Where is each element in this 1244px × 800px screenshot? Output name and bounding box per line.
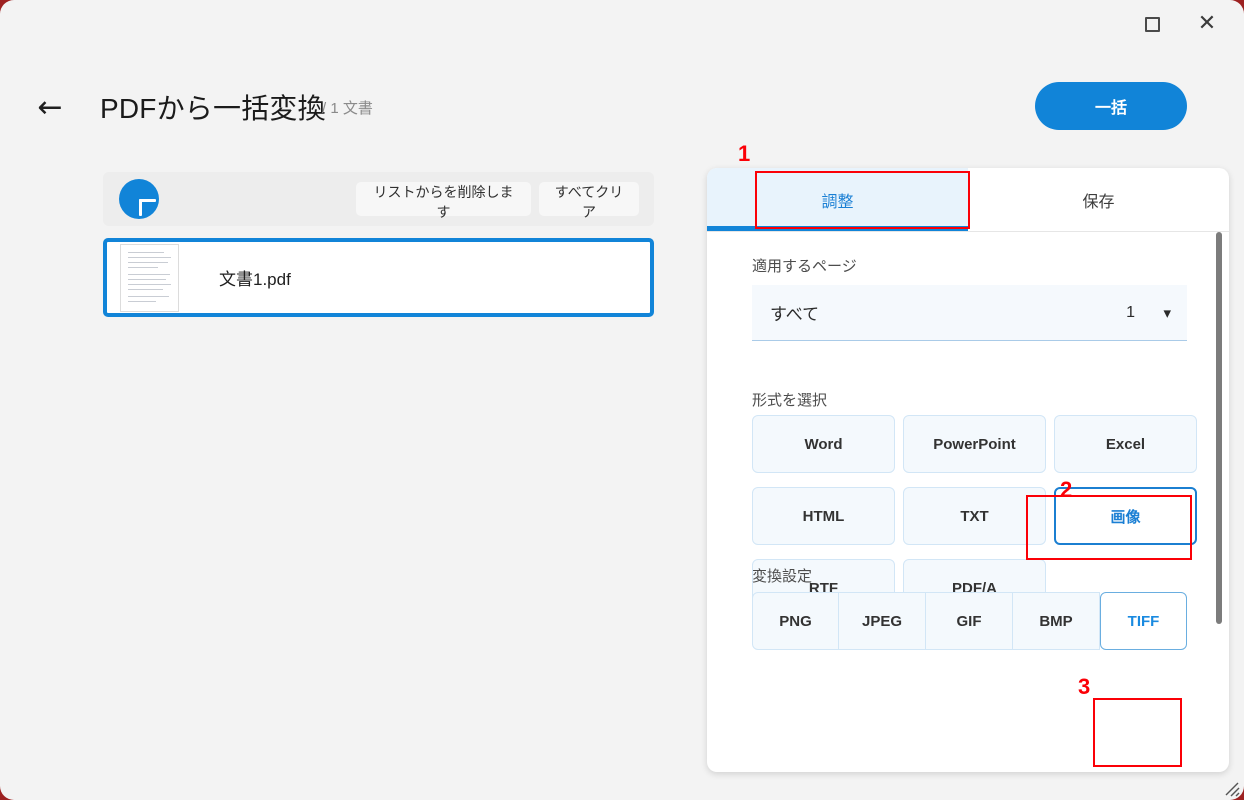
format-option-word[interactable]: Word [752, 415, 895, 473]
panel-scrollbar[interactable] [1214, 232, 1224, 772]
format-option-txt[interactable]: TXT [903, 487, 1046, 545]
format-option-grid: Word PowerPoint Excel HTML TXT 画像 RTF PD… [752, 415, 1197, 617]
pages-section-label: 適用するページ [752, 258, 857, 275]
maximize-button[interactable] [1135, 8, 1169, 40]
convert-option-bmp[interactable]: BMP [1013, 592, 1100, 650]
tab-save[interactable]: 保存 [968, 168, 1229, 231]
back-button[interactable]: ← [30, 88, 70, 128]
page-title: PDFから一括変換 [100, 93, 326, 124]
pages-select-value: すべて [770, 305, 820, 324]
annotation-number-1: 1 [738, 141, 751, 166]
file-toolbar: リストからを削除します すべてクリア [103, 172, 654, 226]
pages-select-count: 1 [1126, 303, 1135, 321]
batch-button[interactable]: 一括 [1035, 82, 1187, 130]
add-file-button[interactable] [119, 179, 159, 219]
format-section-label: 形式を選択 [752, 392, 828, 409]
image-format-group: PNG JPEG GIF BMP TIFF [752, 592, 1187, 650]
pdf-page-thumbnail [120, 243, 179, 312]
settings-panel: 調整 保存 適用するページ すべて 1 ▾ 形式を選択 Word PowerPo… [707, 168, 1229, 772]
back-arrow-icon: ← [37, 90, 63, 125]
pages-select[interactable]: すべて 1 ▾ [752, 285, 1187, 341]
clear-all-button[interactable]: すべてクリア [539, 182, 639, 220]
app-window: ✕ ← PDFから一括変換 / 1 文書 一括 リストからを削除します すべてク… [0, 0, 1244, 800]
file-name-label: 文書1.pdf [219, 270, 291, 289]
panel-scrollbar-thumb[interactable] [1216, 232, 1222, 624]
convert-settings-label: 変換設定 [752, 568, 813, 585]
close-button[interactable]: ✕ [1190, 8, 1224, 40]
remove-from-list-button[interactable]: リストからを削除します [356, 182, 531, 220]
panel-body: 適用するページ すべて 1 ▾ 形式を選択 Word PowerPoint Ex… [707, 232, 1229, 772]
tab-adjust[interactable]: 調整 [707, 168, 968, 231]
panel-tabbar: 調整 保存 [707, 168, 1229, 232]
convert-option-png[interactable]: PNG [752, 592, 839, 650]
resize-grip-icon[interactable] [1224, 781, 1240, 797]
close-icon: ✕ [1197, 11, 1217, 36]
title-bar: ✕ [0, 0, 1244, 50]
convert-option-tiff[interactable]: TIFF [1100, 592, 1187, 650]
format-option-html[interactable]: HTML [752, 487, 895, 545]
chevron-down-icon: ▾ [1163, 303, 1171, 322]
format-option-powerpoint[interactable]: PowerPoint [903, 415, 1046, 473]
convert-option-gif[interactable]: GIF [926, 592, 1013, 650]
format-option-excel[interactable]: Excel [1054, 415, 1197, 473]
convert-option-jpeg[interactable]: JPEG [839, 592, 926, 650]
maximize-icon [1144, 16, 1160, 32]
page-subtitle: / 1 文書 [322, 100, 373, 117]
file-list-item[interactable]: 文書1.pdf [103, 238, 654, 317]
format-option-image[interactable]: 画像 [1054, 487, 1197, 545]
